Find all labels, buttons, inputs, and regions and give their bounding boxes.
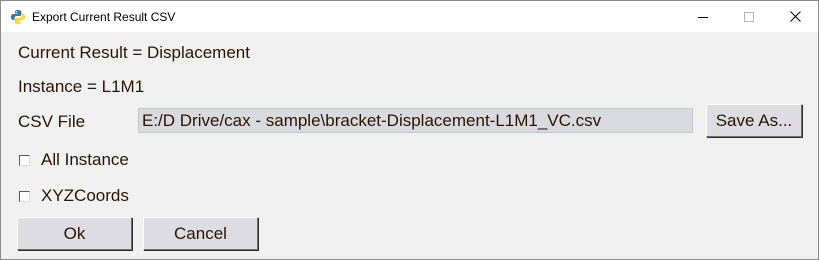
all-instance-label: All Instance [41,150,129,169]
instance-label: Instance = L1M1 [18,77,145,96]
maximize-icon [744,11,754,22]
close-icon [789,11,801,22]
maximize-button[interactable] [726,1,772,32]
minimize-button[interactable] [680,1,726,32]
dialog-body: Current Result = Displacement Instance =… [1,32,818,259]
xyzcoords-checkbox[interactable] [19,191,30,202]
ok-label: Ok [63,223,86,243]
title-bar[interactable]: Export Current Result CSV [1,1,818,32]
xyzcoords-option[interactable]: XYZCoords [19,186,129,206]
cancel-button[interactable]: Cancel [143,217,258,250]
current-result-label: Current Result = Displacement [18,43,250,62]
save-as-label: Save As... [715,110,793,130]
close-button[interactable] [772,1,818,32]
xyzcoords-label: XYZCoords [41,186,129,205]
save-as-button[interactable]: Save As... [706,104,802,137]
export-csv-dialog: Export Current Result CSV Current Result… [0,0,819,260]
ok-button[interactable]: Ok [17,217,132,250]
all-instance-checkbox[interactable] [19,155,30,166]
csv-file-label: CSV File [18,112,86,131]
cancel-label: Cancel [174,223,227,243]
all-instance-option[interactable]: All Instance [19,150,129,170]
python-icon [10,9,26,25]
csv-file-path-field[interactable]: E:/D Drive/cax - sample\bracket-Displace… [138,108,693,133]
minimize-icon [698,12,708,22]
window-title: Export Current Result CSV [32,10,176,24]
